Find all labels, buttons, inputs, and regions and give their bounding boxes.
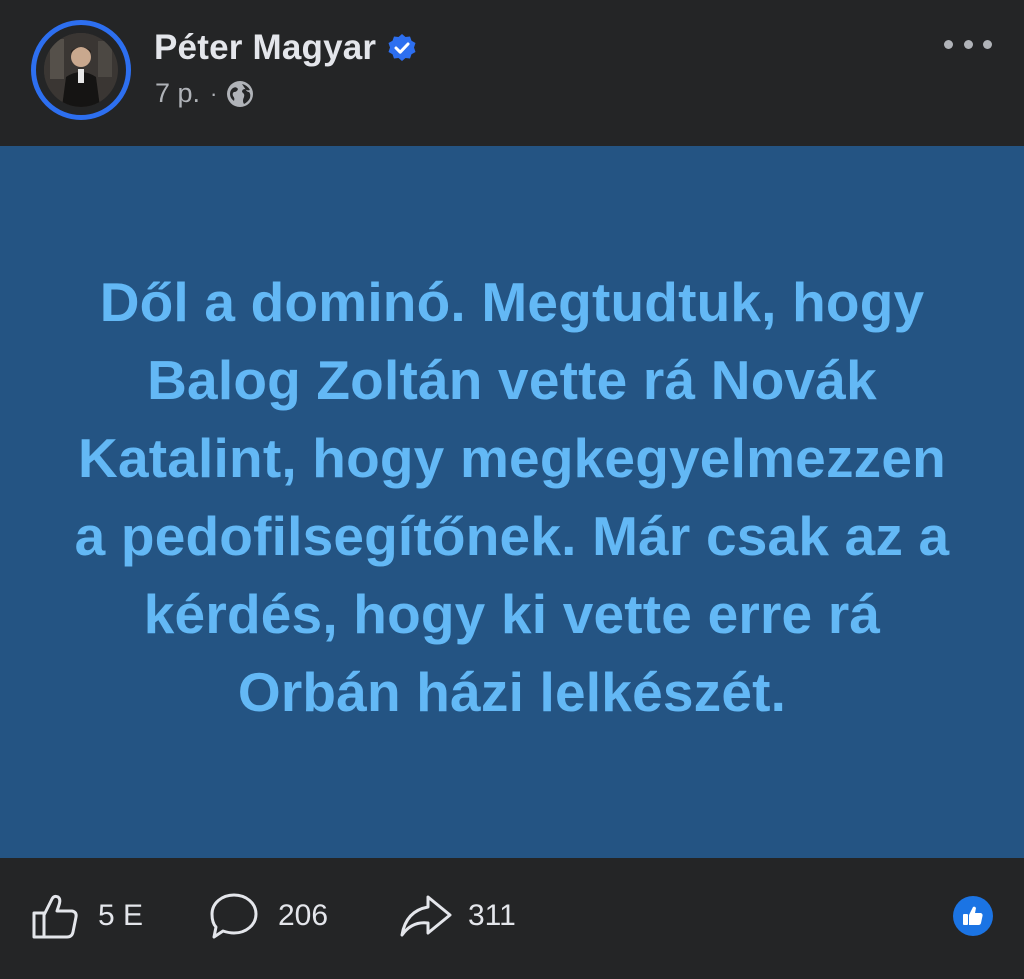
share-icon: [400, 895, 452, 937]
comment-button[interactable]: 206: [208, 886, 328, 946]
more-options-icon[interactable]: [944, 32, 992, 56]
more-dot: [963, 39, 973, 49]
post-text: Dől a dominó. Megtudtuk, hogy Balog Zolt…: [74, 271, 950, 723]
post-content-card: Dől a dominó. Megtudtuk, hogy Balog Zolt…: [0, 146, 1024, 858]
timestamp[interactable]: 7 p.: [155, 78, 200, 109]
thumbs-up-icon: [32, 894, 78, 939]
comment-count: 206: [278, 899, 329, 932]
profile-photo: [44, 33, 118, 107]
share-count: 311: [468, 899, 516, 932]
author-row: Péter Magyar: [154, 28, 418, 68]
like-reaction-icon[interactable]: [953, 896, 993, 936]
post-header: Péter Magyar 7 p. ·: [0, 0, 1024, 146]
like-button[interactable]: 5 E: [30, 886, 143, 946]
meta-separator: ·: [210, 80, 218, 106]
post-meta: 7 p. ·: [155, 78, 255, 109]
comment-icon: [210, 893, 258, 939]
share-button[interactable]: 311: [398, 886, 516, 946]
more-dot: [983, 39, 992, 49]
globe-icon[interactable]: [225, 79, 255, 109]
verified-badge-icon: [388, 34, 416, 61]
story-ring[interactable]: [31, 20, 131, 120]
avatar[interactable]: [44, 33, 118, 107]
author-name[interactable]: Péter Magyar: [154, 28, 376, 68]
thumbs-up-icon: [963, 906, 983, 925]
more-dot: [944, 39, 953, 49]
like-count: 5 E: [98, 899, 144, 932]
